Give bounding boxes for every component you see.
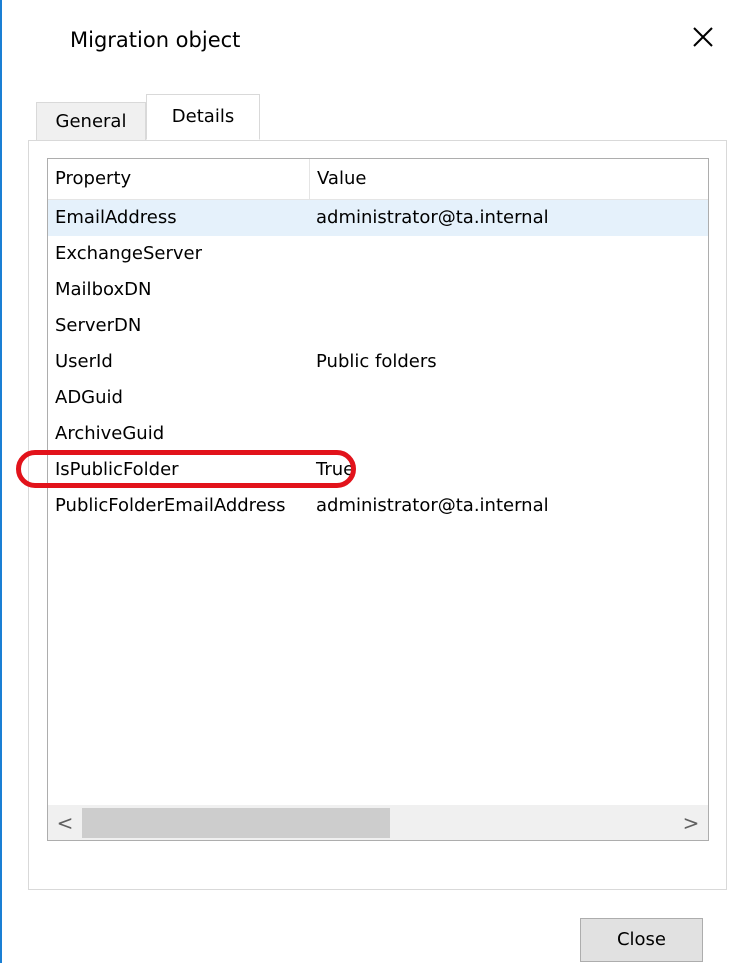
table-row[interactable]: ArchiveGuid: [48, 416, 708, 452]
value-cell: administrator@ta.internal: [316, 207, 549, 228]
tab-details[interactable]: Details: [146, 94, 260, 140]
property-cell: MailboxDN: [55, 279, 152, 300]
table-row[interactable]: EmailAddress administrator@ta.internal: [48, 200, 708, 236]
property-cell: ADGuid: [55, 387, 123, 408]
property-cell: IsPublicFolder: [55, 459, 179, 480]
property-cell: ExchangeServer: [55, 243, 202, 264]
horizontal-scrollbar[interactable]: < >: [48, 805, 708, 840]
properties-listview[interactable]: Property Value EmailAddress administrato…: [47, 158, 709, 841]
column-header-property[interactable]: Property: [48, 159, 310, 199]
value-cell: True: [316, 459, 355, 480]
close-button[interactable]: Close: [580, 918, 703, 962]
table-row[interactable]: UserId Public folders: [48, 344, 708, 380]
table-row[interactable]: IsPublicFolder True: [48, 452, 708, 488]
scroll-left-arrow-icon[interactable]: <: [48, 806, 82, 840]
property-cell: ServerDN: [55, 315, 142, 336]
property-cell: UserId: [55, 351, 113, 372]
property-cell: EmailAddress: [55, 207, 177, 228]
value-cell: administrator@ta.internal: [316, 495, 549, 516]
table-row[interactable]: ExchangeServer: [48, 236, 708, 272]
scrollbar-thumb[interactable]: [82, 808, 390, 838]
dialog-title: Migration object: [70, 28, 241, 52]
table-row[interactable]: ADGuid: [48, 380, 708, 416]
table-row[interactable]: MailboxDN: [48, 272, 708, 308]
table-row[interactable]: ServerDN: [48, 308, 708, 344]
details-tab-panel: Property Value EmailAddress administrato…: [28, 140, 727, 890]
property-cell: ArchiveGuid: [55, 423, 165, 444]
table-row[interactable]: PublicFolderEmailAddress administrator@t…: [48, 488, 708, 524]
column-header-value[interactable]: Value: [310, 159, 708, 199]
close-icon[interactable]: [688, 22, 718, 52]
listview-rows: EmailAddress administrator@ta.internal E…: [48, 200, 708, 524]
scroll-right-arrow-icon[interactable]: >: [674, 806, 708, 840]
value-cell: Public folders: [316, 351, 437, 372]
migration-object-dialog: Migration object General Details Propert…: [0, 0, 732, 963]
property-cell: PublicFolderEmailAddress: [55, 495, 286, 516]
listview-header: Property Value: [48, 159, 708, 200]
tab-general[interactable]: General: [36, 102, 146, 140]
